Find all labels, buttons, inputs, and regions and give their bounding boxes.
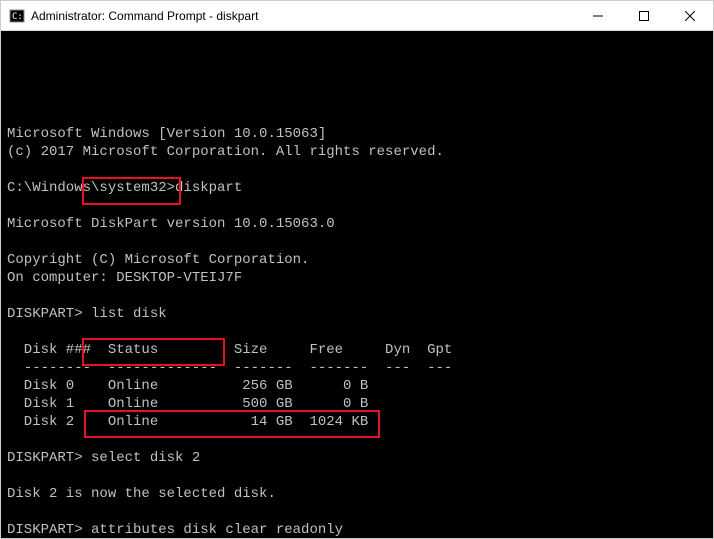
- minimize-button[interactable]: [575, 1, 621, 30]
- svg-text:C:: C:: [12, 12, 23, 22]
- terminal-line: [7, 197, 707, 215]
- terminal-line: Disk ### Status Size Free Dyn Gpt: [7, 341, 707, 359]
- terminal-line: Disk 2 Online 14 GB 1024 KB: [7, 413, 707, 431]
- terminal-line: Disk 1 Online 500 GB 0 B: [7, 395, 707, 413]
- terminal-line: [7, 467, 707, 485]
- terminal-output[interactable]: Microsoft Windows [Version 10.0.15063](c…: [1, 31, 713, 538]
- terminal-line: [7, 503, 707, 521]
- terminal-line: Microsoft Windows [Version 10.0.15063]: [7, 125, 707, 143]
- terminal-line: Disk 2 is now the selected disk.: [7, 485, 707, 503]
- command-prompt-window: C: Administrator: Command Prompt - diskp…: [1, 1, 713, 538]
- maximize-button[interactable]: [621, 1, 667, 30]
- terminal-line: Microsoft DiskPart version 10.0.15063.0: [7, 215, 707, 233]
- titlebar[interactable]: C: Administrator: Command Prompt - diskp…: [1, 1, 713, 31]
- app-icon: C:: [9, 8, 25, 24]
- terminal-line: DISKPART> attributes disk clear readonly: [7, 521, 707, 538]
- terminal-line: DISKPART> select disk 2: [7, 449, 707, 467]
- terminal-line: Disk 0 Online 256 GB 0 B: [7, 377, 707, 395]
- terminal-line: C:\Windows\system32>diskpart: [7, 179, 707, 197]
- terminal-line: [7, 431, 707, 449]
- terminal-line: [7, 287, 707, 305]
- terminal-line: -------- ------------- ------- ------- -…: [7, 359, 707, 377]
- window-title: Administrator: Command Prompt - diskpart: [31, 9, 575, 23]
- terminal-line: [7, 323, 707, 341]
- terminal-line: [7, 161, 707, 179]
- window-controls: [575, 1, 713, 30]
- terminal-line: DISKPART> list disk: [7, 305, 707, 323]
- terminal-line: On computer: DESKTOP-VTEIJ7F: [7, 269, 707, 287]
- terminal-line: (c) 2017 Microsoft Corporation. All righ…: [7, 143, 707, 161]
- terminal-line: Copyright (C) Microsoft Corporation.: [7, 251, 707, 269]
- close-button[interactable]: [667, 1, 713, 30]
- terminal-line: [7, 233, 707, 251]
